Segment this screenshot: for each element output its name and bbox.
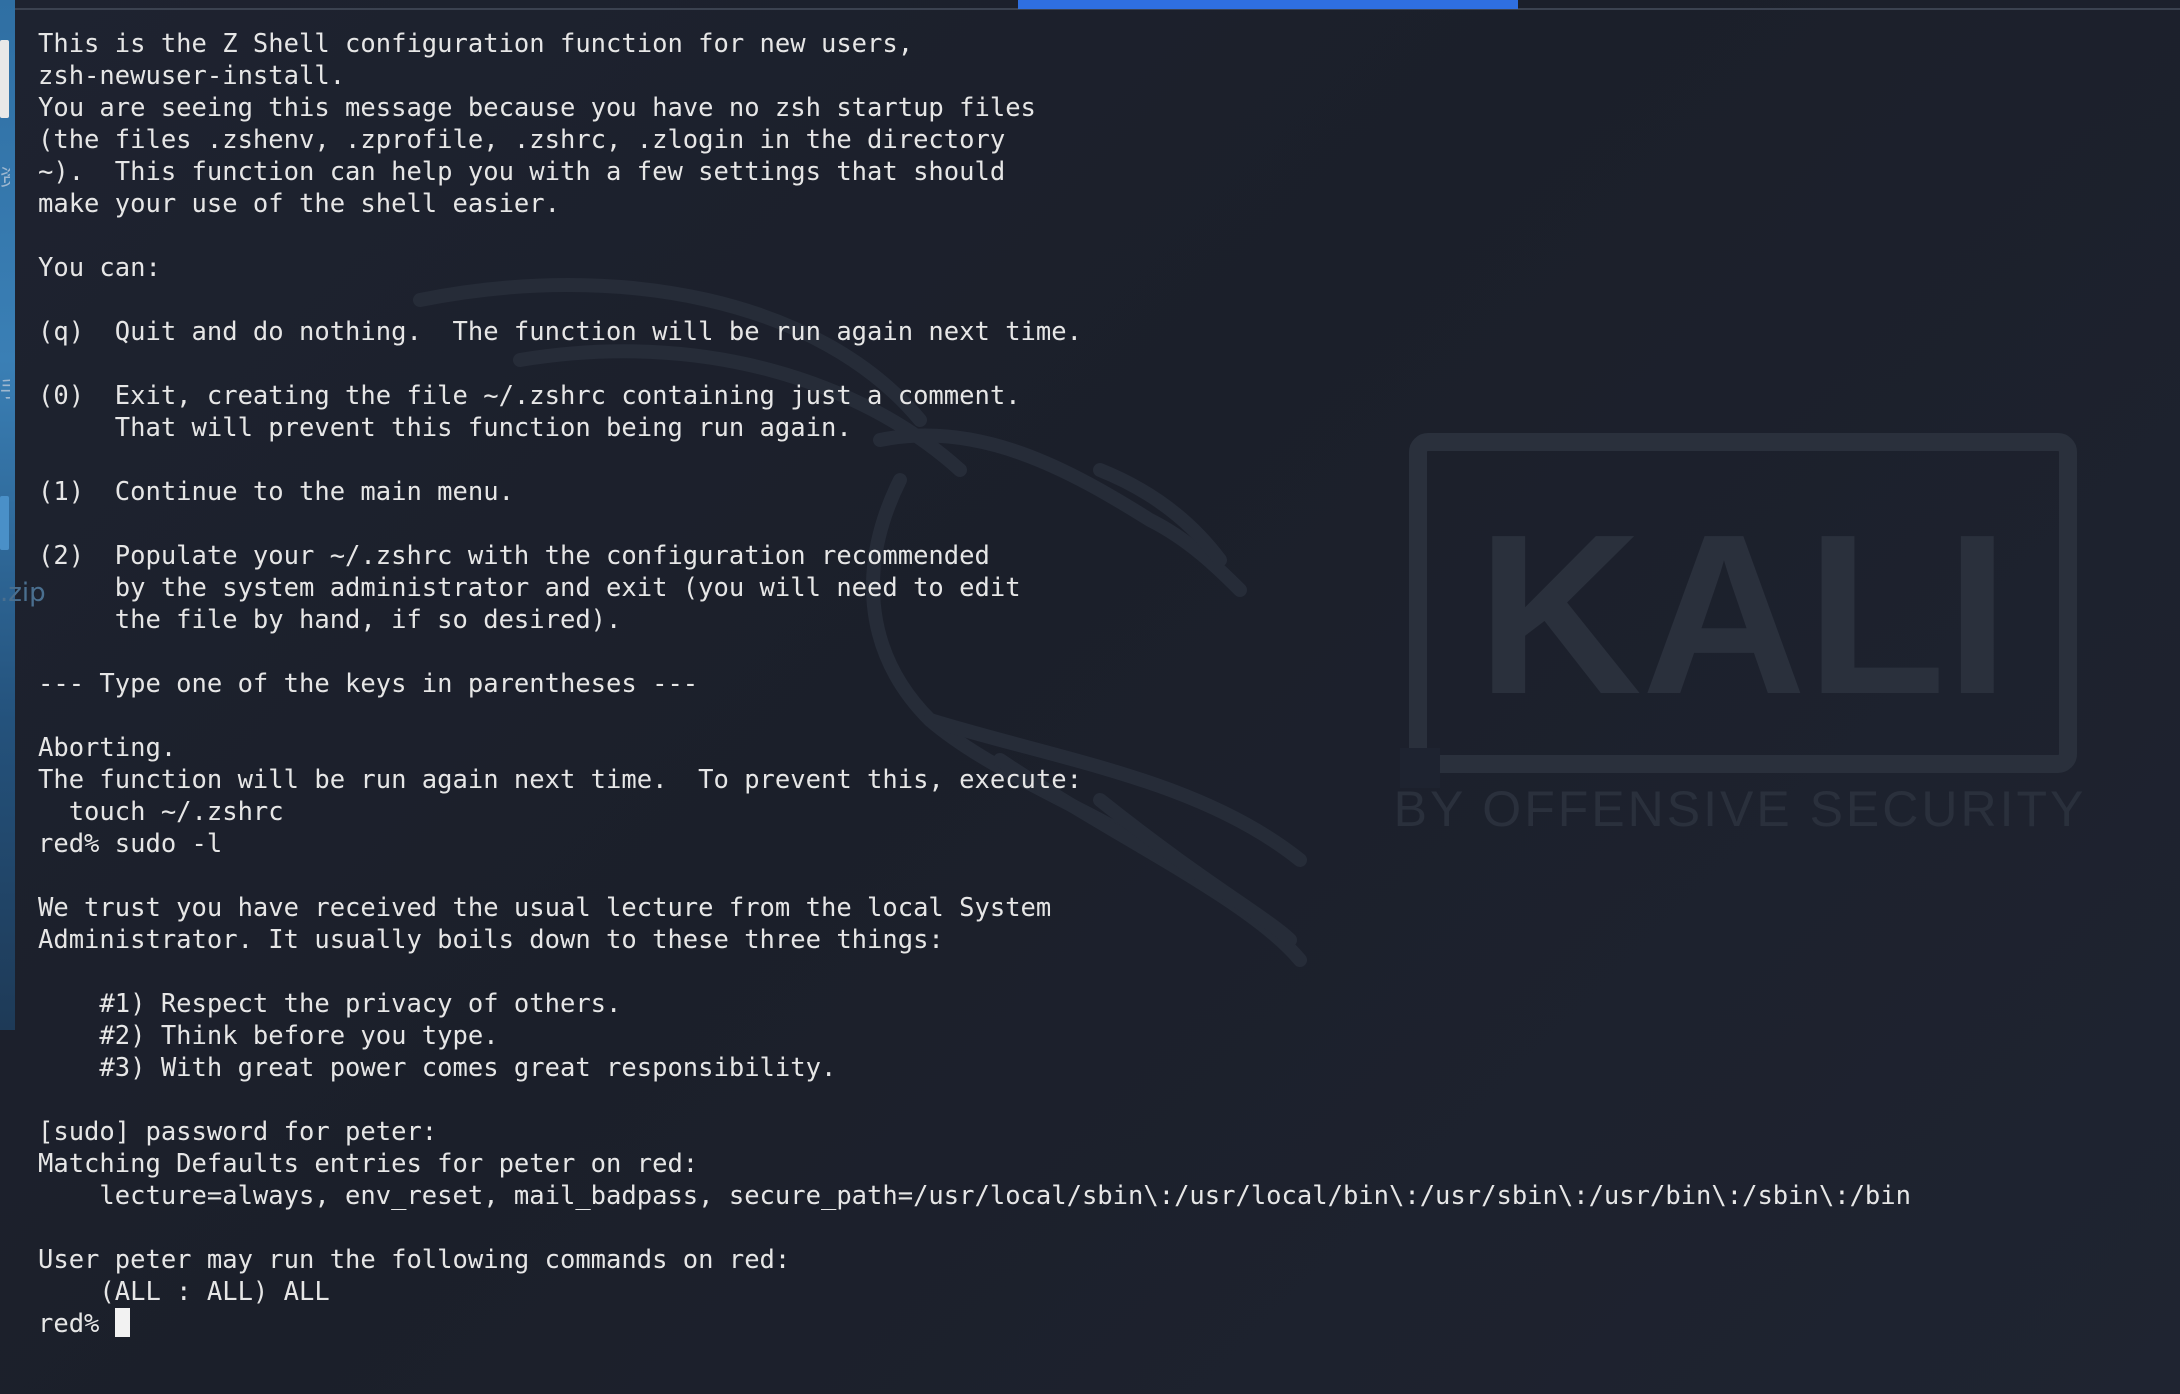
active-tab-indicator[interactable] <box>1018 0 1518 9</box>
terminal-line: We trust you have received the usual lec… <box>38 893 1052 923</box>
shell-prompt: red% <box>38 1309 115 1339</box>
terminal-line: lecture=always, env_reset, mail_badpass,… <box>38 1181 1911 1211</box>
terminal-line: That will prevent this function being ru… <box>38 413 852 443</box>
terminal-line: red% sudo -l <box>38 829 223 859</box>
terminal-line: #1) Respect the privacy of others. <box>38 989 622 1019</box>
terminal-line: (ALL : ALL) ALL <box>38 1277 330 1307</box>
terminal-line: by the system administrator and exit (yo… <box>38 573 1021 603</box>
terminal-line: Aborting. <box>38 733 177 763</box>
desktop-screen: 资 手 .zip KALI BY OFFENSIVE SECURITY This… <box>0 0 2180 1394</box>
terminal-line: You are seeing this message because you … <box>38 93 1036 123</box>
desktop-label-fragment: 资 <box>0 160 10 192</box>
terminal-output[interactable]: This is the Z Shell configuration functi… <box>38 28 2160 1394</box>
desktop-icon-fragment[interactable] <box>0 496 9 550</box>
terminal-line: (the files .zshenv, .zprofile, .zshrc, .… <box>38 125 1006 155</box>
terminal-prompt-line[interactable]: red% <box>38 1308 2160 1340</box>
terminal-line: Matching Defaults entries for peter on r… <box>38 1149 699 1179</box>
terminal-line: #3) With great power comes great respons… <box>38 1053 837 1083</box>
terminal-line: --- Type one of the keys in parentheses … <box>38 669 699 699</box>
terminal-line: (2) Populate your ~/.zshrc with the conf… <box>38 541 990 571</box>
terminal-line: (q) Quit and do nothing. The function wi… <box>38 317 1082 347</box>
text-cursor <box>114 1308 130 1337</box>
desktop-left-edge: 资 手 .zip <box>0 0 46 1030</box>
terminal-line: zsh-newuser-install. <box>38 61 346 91</box>
terminal-line: This is the Z Shell configuration functi… <box>38 29 914 59</box>
desktop-icon-fragment[interactable] <box>0 40 9 118</box>
terminal-line: (0) Exit, creating the file ~/.zshrc con… <box>38 381 1021 411</box>
terminal-line: #2) Think before you type. <box>38 1021 499 1051</box>
terminal-line: ~). This function can help you with a fe… <box>38 157 1006 187</box>
terminal-line: make your use of the shell easier. <box>38 189 560 219</box>
terminal-line: touch ~/.zshrc <box>38 797 284 827</box>
terminal-line: the file by hand, if so desired). <box>38 605 622 635</box>
terminal-line: You can: <box>38 253 161 283</box>
desktop-label-fragment: 手 <box>0 372 10 404</box>
terminal-line: The function will be run again next time… <box>38 765 1082 795</box>
terminal-line: (1) Continue to the main menu. <box>38 477 514 507</box>
terminal-line: Administrator. It usually boils down to … <box>38 925 944 955</box>
terminal-line: User peter may run the following command… <box>38 1245 791 1275</box>
terminal-line: [sudo] password for peter: <box>38 1117 438 1147</box>
